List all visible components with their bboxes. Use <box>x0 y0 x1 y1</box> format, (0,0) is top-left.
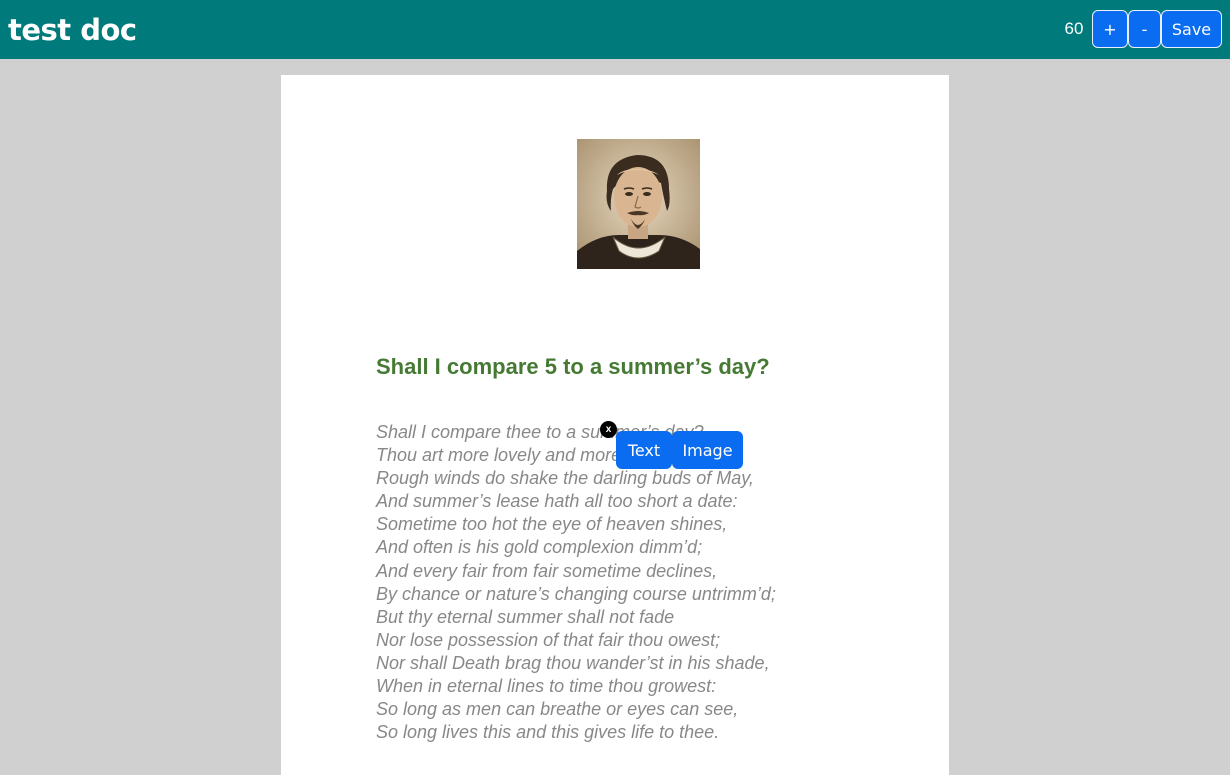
close-popup-icon[interactable]: x <box>600 421 617 438</box>
insert-text-button[interactable]: Text <box>616 431 672 469</box>
document-title: test doc <box>8 13 137 47</box>
portrait-graphic <box>577 139 700 269</box>
poem-line: By chance or nature’s changing course un… <box>376 583 776 604</box>
poem-line: Nor shall Death brag thou wander’st in h… <box>376 652 770 673</box>
zoom-level: 60 <box>1064 19 1084 38</box>
zoom-out-button[interactable]: - <box>1128 10 1161 48</box>
poem-line: So long lives this and this gives life t… <box>376 722 720 743</box>
top-toolbar: test doc 60 + - Save <box>0 0 1230 59</box>
save-button[interactable]: Save <box>1161 10 1222 48</box>
poem-text-block[interactable]: Shall I compare thee to a summer’s day? … <box>376 421 916 744</box>
poem-line: But thy eternal summer shall not fade <box>376 606 675 627</box>
insert-image-button[interactable]: Image <box>672 431 743 469</box>
poem-line: Rough winds do shake the darling buds of… <box>376 468 754 489</box>
document-heading[interactable]: Shall I compare 5 to a summer’s day? <box>376 353 770 381</box>
zoom-in-button[interactable]: + <box>1092 10 1128 48</box>
poem-line: So long as men can breathe or eyes can s… <box>376 699 739 720</box>
poem-line: Sometime too hot the eye of heaven shine… <box>376 514 728 535</box>
poem-line: And summer’s lease hath all too short a … <box>376 491 738 512</box>
portrait-image[interactable] <box>577 139 700 269</box>
poem-line: And every fair from fair sometime declin… <box>376 560 718 581</box>
poem-line: When in eternal lines to time thou growe… <box>376 676 717 697</box>
poem-line: And often is his gold complexion dimm’d; <box>376 537 703 558</box>
poem-line: Nor lose possession of that fair thou ow… <box>376 629 721 650</box>
